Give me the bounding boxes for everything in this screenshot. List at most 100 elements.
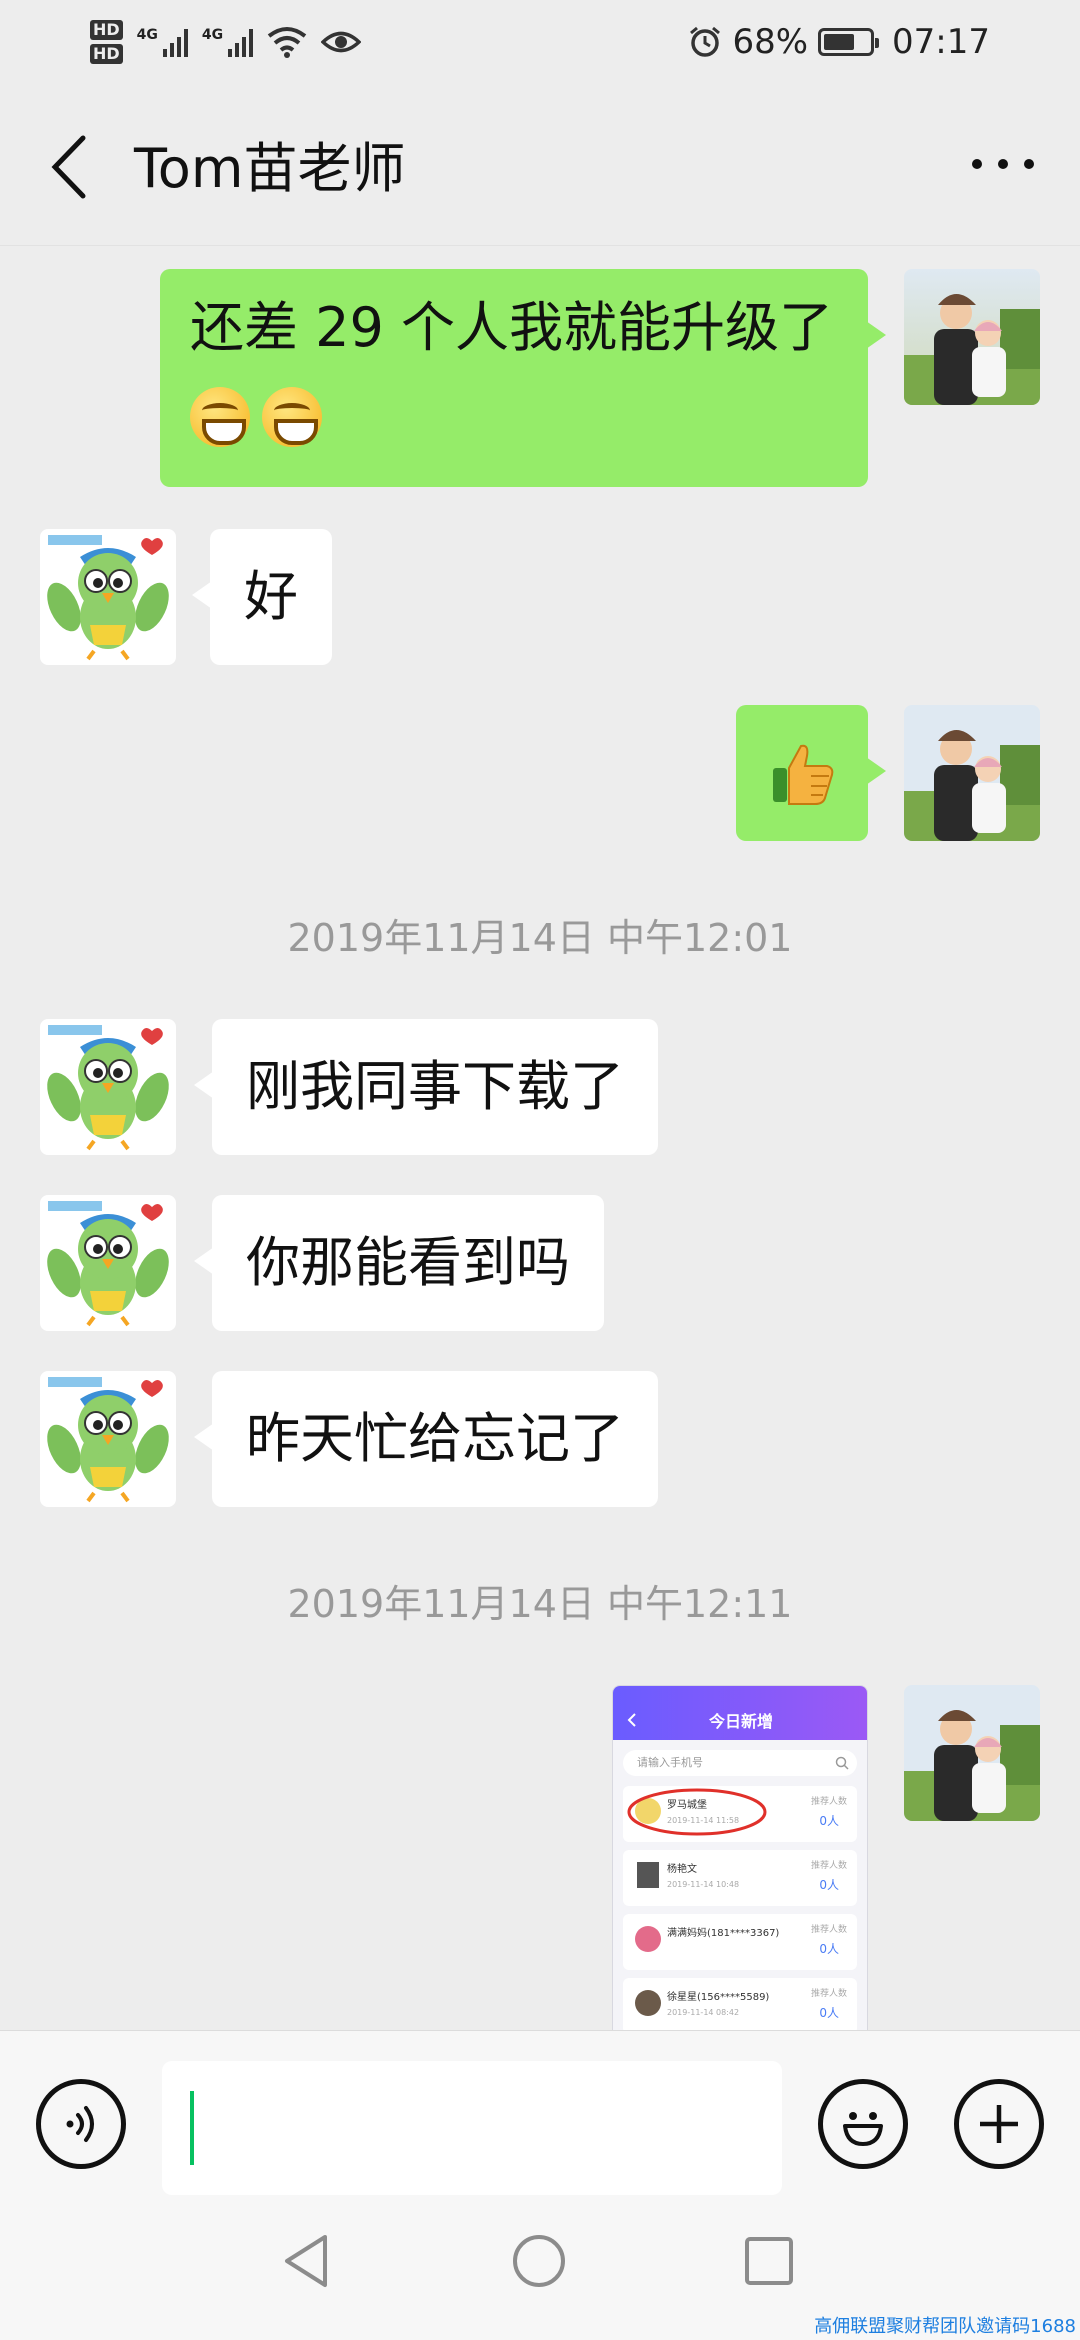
more-actions-button[interactable] xyxy=(954,2079,1044,2169)
plus-icon xyxy=(980,2105,1018,2143)
text-caret xyxy=(190,2091,194,2165)
status-right: 68% 07:17 xyxy=(688,22,990,62)
row-count: 0人 xyxy=(819,2006,839,2020)
message-list[interactable]: 还差 29 个人我就能升级了 好 2019年11月14日 中午12:01 刚我同… xyxy=(0,247,1080,2030)
hd-indicator: HD HD xyxy=(90,18,123,66)
nav-home-button[interactable] xyxy=(504,2226,574,2296)
message-sent xyxy=(0,705,1080,845)
message-bubble[interactable]: 还差 29 个人我就能升级了 xyxy=(160,269,886,487)
message-text: 昨天忙给忘记了 xyxy=(246,1407,624,1470)
smiley-icon xyxy=(843,2112,883,2146)
row-count: 0人 xyxy=(819,1878,839,1892)
image-row: 满满妈妈(181****3367) 推荐人数 0人 xyxy=(623,1914,857,1970)
photo-avatar-icon xyxy=(904,269,1040,405)
voice-input-button[interactable] xyxy=(36,2079,126,2169)
contact-avatar[interactable] xyxy=(40,1371,176,1507)
wifi-icon xyxy=(267,27,307,58)
image-row: 罗马城堡 2019-11-14 11:58 推荐人数 0人 xyxy=(623,1786,857,1842)
system-nav-bar: 高佣联盟聚财帮团队邀请码1688 xyxy=(0,2196,1080,2340)
chat-header: Tom苗老师 xyxy=(0,84,1080,246)
timestamp: 2019年11月14日 中午12:01 xyxy=(287,916,793,960)
message-bubble[interactable]: 刚我同事下载了 xyxy=(194,1019,658,1155)
battery-icon xyxy=(818,28,880,56)
photo-avatar-icon xyxy=(904,1685,1040,1821)
message-text: 还差 29 个人我就能升级了 xyxy=(190,296,834,359)
hd1-label: HD xyxy=(90,20,123,40)
voice-icon xyxy=(66,2106,94,2142)
row-label: 推荐人数 xyxy=(810,1989,847,1999)
message-bubble[interactable] xyxy=(736,705,886,841)
search-icon xyxy=(835,1756,849,1770)
message-bubble[interactable]: 昨天忙给忘记了 xyxy=(194,1371,658,1507)
message-text: 刚我同事下载了 xyxy=(246,1055,624,1118)
hd2-label: HD xyxy=(90,44,123,64)
eye-icon xyxy=(321,31,362,53)
timestamp: 2019年11月14日 中午12:11 xyxy=(287,1582,793,1626)
watermark-text: 高佣联盟聚财帮团队邀请码1688 xyxy=(814,2316,1076,2337)
image-row: 徐星星(156****5589) 2019-11-14 08:42 推荐人数 0… xyxy=(623,1978,857,2030)
row-name: 徐星星(156****5589) xyxy=(667,1992,770,2003)
message-received: 刚我同事下载了 xyxy=(0,1019,1080,1159)
message-received: 好 xyxy=(0,529,1080,669)
message-sent: 还差 29 个人我就能升级了 xyxy=(0,269,1080,489)
message-text: 好 xyxy=(244,565,298,628)
nav-back-button[interactable] xyxy=(272,2226,342,2296)
more-dot-icon xyxy=(1024,159,1034,169)
image-title: 今日新增 xyxy=(708,1712,773,1731)
message-input[interactable] xyxy=(162,2061,782,2195)
contact-avatar[interactable] xyxy=(40,1195,176,1331)
net1-label: 4G xyxy=(136,27,158,43)
message-bubble[interactable]: 好 xyxy=(192,529,332,665)
row-count: 0人 xyxy=(819,1942,839,1956)
owl-mascot-icon xyxy=(40,1019,176,1155)
owl-mascot-icon xyxy=(40,529,176,665)
back-button[interactable] xyxy=(44,134,94,200)
triangle-back-icon xyxy=(285,2235,327,2287)
battery-percent: 68% xyxy=(732,22,809,62)
thumbs-up-emoji-icon xyxy=(773,744,834,805)
signal-icon: 4G xyxy=(137,27,188,57)
row-time: 2019-11-14 08:42 xyxy=(667,2008,740,2017)
row-name: 满满妈妈(181****3367) xyxy=(667,1928,780,1939)
more-dot-icon xyxy=(972,159,982,169)
clock: 07:17 xyxy=(892,22,990,62)
my-avatar[interactable] xyxy=(904,1685,1040,1821)
nav-recents-button[interactable] xyxy=(734,2226,804,2296)
message-received: 昨天忙给忘记了 xyxy=(0,1371,1080,1511)
image-header: 今日新增 xyxy=(613,1686,867,1740)
my-avatar[interactable] xyxy=(904,705,1040,841)
my-avatar[interactable] xyxy=(904,269,1040,405)
row-time: 2019-11-14 10:48 xyxy=(667,1880,740,1889)
message-bubble[interactable]: 你那能看到吗 xyxy=(194,1195,604,1331)
image-row: 杨艳文 2019-11-14 10:48 推荐人数 0人 xyxy=(623,1850,857,1906)
circle-home-icon xyxy=(513,2235,565,2287)
row-count: 0人 xyxy=(819,1814,839,1828)
message-received: 你那能看到吗 xyxy=(0,1195,1080,1335)
row-avatar xyxy=(635,1926,661,1952)
row-label: 推荐人数 xyxy=(810,1797,847,1807)
row-avatar xyxy=(635,1990,661,2016)
grin-emoji-icon xyxy=(190,387,250,448)
emoji-button[interactable] xyxy=(818,2079,908,2169)
message-sent: 今日新增 请输入手机号 罗马城堡 2019-11-14 11:58 推荐人数 0… xyxy=(0,1685,1080,2030)
contact-avatar[interactable] xyxy=(40,529,176,665)
chat-title: Tom苗老师 xyxy=(134,137,406,200)
signal-icon-2: 4G xyxy=(202,27,254,57)
image-message[interactable]: 今日新增 请输入手机号 罗马城堡 2019-11-14 11:58 推荐人数 0… xyxy=(612,1685,868,2030)
more-options-button[interactable] xyxy=(968,144,1038,184)
row-avatar xyxy=(637,1862,659,1888)
alarm-icon xyxy=(690,26,721,57)
more-dot-icon xyxy=(998,159,1008,169)
message-text: 你那能看到吗 xyxy=(246,1231,570,1294)
owl-mascot-icon xyxy=(40,1371,176,1507)
square-recents-icon xyxy=(745,2237,793,2285)
row-label: 推荐人数 xyxy=(810,1861,847,1871)
photo-avatar-icon xyxy=(904,705,1040,841)
image-search-placeholder: 请输入手机号 xyxy=(637,1756,703,1769)
contact-avatar[interactable] xyxy=(40,1019,176,1155)
input-bar xyxy=(0,2030,1080,2196)
chevron-left-icon xyxy=(51,135,86,199)
status-bar: HD HD 4G 4G 68% 07:17 xyxy=(0,0,1080,84)
row-name: 杨艳文 xyxy=(667,1864,697,1875)
row-label: 推荐人数 xyxy=(810,1925,847,1935)
